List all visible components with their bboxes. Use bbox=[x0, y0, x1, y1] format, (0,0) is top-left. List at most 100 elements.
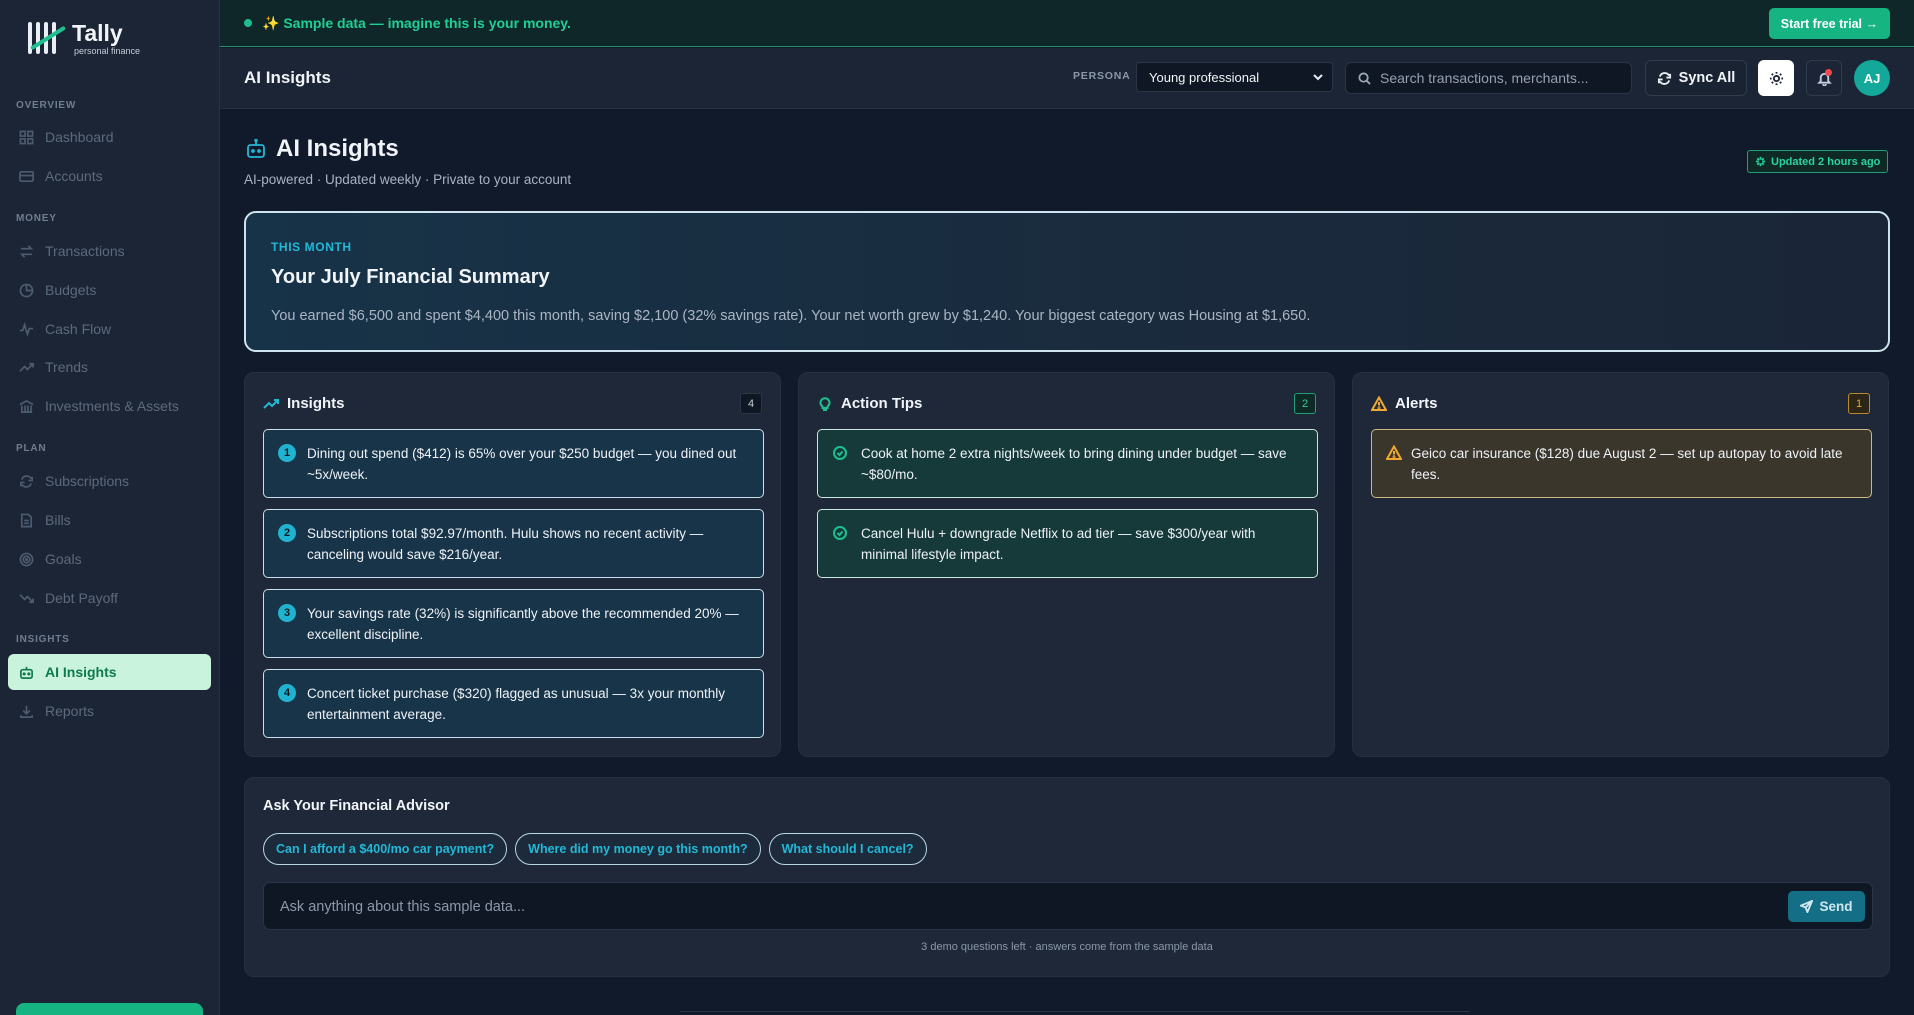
insight-item[interactable]: 2 Subscriptions total $92.97/month. Hulu… bbox=[263, 509, 764, 578]
sidebar-item-dashboard[interactable]: Dashboard bbox=[8, 119, 211, 155]
check-circle-icon bbox=[832, 525, 848, 541]
sparkle-icon bbox=[1755, 156, 1766, 167]
sync-icon bbox=[1657, 71, 1671, 85]
search-box[interactable] bbox=[1345, 62, 1632, 94]
sidebar-item-reports[interactable]: Reports bbox=[8, 693, 211, 729]
sidebar-item-label: Investments & Assets bbox=[45, 398, 179, 414]
sidebar-cta-button[interactable] bbox=[16, 1003, 203, 1015]
brand-tagline: personal finance bbox=[74, 46, 141, 56]
start-free-trial-button[interactable]: Start free trial → bbox=[1768, 8, 1890, 39]
theme-toggle-button[interactable] bbox=[1758, 60, 1794, 96]
tip-text: Cancel Hulu + downgrade Netflix to ad ti… bbox=[861, 526, 1256, 562]
trend-up-icon bbox=[263, 396, 279, 412]
insight-text: Your savings rate (32%) is significantly… bbox=[307, 606, 739, 642]
nav-section-plan: PLAN bbox=[16, 443, 47, 454]
notification-dot bbox=[1825, 69, 1832, 76]
alert-text: Geico car insurance ($128) due August 2 … bbox=[1411, 446, 1843, 482]
page-title: AI Insights bbox=[276, 135, 399, 162]
insight-number: 1 bbox=[278, 444, 296, 462]
document-icon bbox=[18, 512, 34, 528]
warning-icon bbox=[1370, 395, 1388, 412]
tally-logo-icon bbox=[26, 20, 67, 58]
summary-text: You earned $6,500 and spent $4,400 this … bbox=[271, 308, 1311, 324]
brand-logo[interactable]: Tally personal finance bbox=[26, 20, 140, 58]
persona-select[interactable]: Young professional bbox=[1136, 62, 1333, 92]
sidebar-item-accounts[interactable]: Accounts bbox=[8, 158, 211, 194]
sidebar-item-bills[interactable]: Bills bbox=[8, 502, 211, 538]
sidebar-item-trends[interactable]: Trends bbox=[8, 349, 211, 385]
sidebar-item-cash-flow[interactable]: Cash Flow bbox=[8, 311, 211, 347]
sidebar-item-label: Bills bbox=[45, 512, 71, 528]
card-icon bbox=[18, 168, 34, 184]
trend-icon bbox=[18, 359, 34, 375]
notifications-button[interactable] bbox=[1806, 60, 1842, 96]
tip-text: Cook at home 2 extra nights/week to brin… bbox=[861, 446, 1287, 482]
updated-badge: Updated 2 hours ago bbox=[1747, 150, 1889, 173]
ask-box: Send bbox=[263, 882, 1873, 930]
insight-text: Concert ticket purchase ($320) flagged a… bbox=[307, 686, 725, 722]
persona-label: PERSONA bbox=[1073, 70, 1131, 82]
warning-icon bbox=[1385, 444, 1403, 461]
suggested-question-chip[interactable]: What should I cancel? bbox=[768, 833, 927, 865]
chevron-down-icon bbox=[1313, 74, 1323, 81]
download-icon bbox=[18, 703, 34, 719]
alerts-count-badge: 1 bbox=[1848, 393, 1870, 414]
sun-icon bbox=[1769, 71, 1783, 85]
banner-text: ✨ Sample data — imagine this is your mon… bbox=[262, 14, 571, 31]
sample-data-banner: ✨ Sample data — imagine this is your mon… bbox=[220, 0, 1914, 47]
sidebar-item-label: AI Insights bbox=[45, 664, 117, 680]
suggested-question-chip[interactable]: Where did my money go this month? bbox=[515, 833, 761, 865]
ask-input[interactable] bbox=[280, 895, 1680, 919]
send-button[interactable]: Send bbox=[1788, 891, 1865, 922]
tips-count-badge: 2 bbox=[1294, 393, 1316, 414]
sidebar-item-label: Goals bbox=[45, 551, 82, 567]
pulse-icon bbox=[18, 321, 34, 337]
pie-icon bbox=[18, 282, 34, 298]
action-tips-panel: Action Tips 2 Cook at home 2 extra night… bbox=[798, 372, 1335, 757]
insight-item[interactable]: 1 Dining out spend ($412) is 65% over yo… bbox=[263, 429, 764, 498]
sidebar-item-label: Cash Flow bbox=[45, 321, 112, 337]
action-tips-title: Action Tips bbox=[841, 395, 923, 412]
insights-panel: Insights 4 1 Dining out spend ($412) is … bbox=[244, 372, 781, 757]
footer-divider bbox=[680, 1011, 1470, 1012]
user-avatar[interactable]: AJ bbox=[1854, 60, 1890, 96]
summary-title: Your July Financial Summary bbox=[271, 266, 550, 288]
search-input[interactable] bbox=[1380, 70, 1620, 86]
sync-all-label: Sync All bbox=[1678, 70, 1736, 86]
sidebar-item-transactions[interactable]: Transactions bbox=[8, 233, 211, 269]
sidebar-item-ai-insights[interactable]: AI Insights bbox=[8, 654, 211, 690]
header-title: AI Insights bbox=[244, 68, 331, 87]
sync-all-button[interactable]: Sync All bbox=[1645, 60, 1747, 96]
updated-text: Updated 2 hours ago bbox=[1771, 155, 1881, 168]
sidebar-item-goals[interactable]: Goals bbox=[8, 541, 211, 577]
page-subtitle: AI-powered · Updated weekly · Private to… bbox=[244, 172, 572, 187]
summary-label: THIS MONTH bbox=[271, 240, 352, 254]
advisor-footnote: 3 demo questions left · answers come fro… bbox=[921, 941, 1213, 953]
nav-section-insights: INSIGHTS bbox=[16, 634, 70, 645]
lightbulb-icon bbox=[817, 396, 833, 412]
alert-item[interactable]: Geico car insurance ($128) due August 2 … bbox=[1371, 429, 1872, 498]
robot-icon bbox=[18, 664, 34, 680]
top-header: AI Insights PERSONA Young professional S… bbox=[220, 48, 1914, 109]
tip-item[interactable]: Cook at home 2 extra nights/week to brin… bbox=[817, 429, 1318, 498]
sidebar-item-label: Budgets bbox=[45, 282, 97, 298]
sidebar-item-budgets[interactable]: Budgets bbox=[8, 272, 211, 308]
insight-item[interactable]: 4 Concert ticket purchase ($320) flagged… bbox=[263, 669, 764, 738]
sidebar-item-subscriptions[interactable]: Subscriptions bbox=[8, 463, 211, 499]
status-dot bbox=[244, 19, 252, 27]
tip-item[interactable]: Cancel Hulu + downgrade Netflix to ad ti… bbox=[817, 509, 1318, 578]
target-icon bbox=[18, 551, 34, 567]
insight-item[interactable]: 3 Your savings rate (32%) is significant… bbox=[263, 589, 764, 658]
send-icon bbox=[1800, 900, 1814, 913]
monthly-summary-card: THIS MONTH Your July Financial Summary Y… bbox=[244, 211, 1890, 352]
financial-advisor-panel: Ask Your Financial Advisor Can I afford … bbox=[244, 777, 1890, 977]
sidebar-item-debt-payoff[interactable]: Debt Payoff bbox=[8, 580, 211, 616]
advisor-title: Ask Your Financial Advisor bbox=[263, 798, 450, 814]
insight-text: Dining out spend ($412) is 65% over your… bbox=[307, 446, 737, 482]
sidebar-item-investments[interactable]: Investments & Assets bbox=[8, 388, 211, 424]
suggested-question-chip[interactable]: Can I afford a $400/mo car payment? bbox=[263, 833, 508, 865]
alerts-title: Alerts bbox=[1395, 395, 1438, 412]
grid-icon bbox=[18, 129, 34, 145]
suggested-questions: Can I afford a $400/mo car payment? Wher… bbox=[263, 833, 927, 865]
insights-title: Insights bbox=[287, 395, 345, 412]
